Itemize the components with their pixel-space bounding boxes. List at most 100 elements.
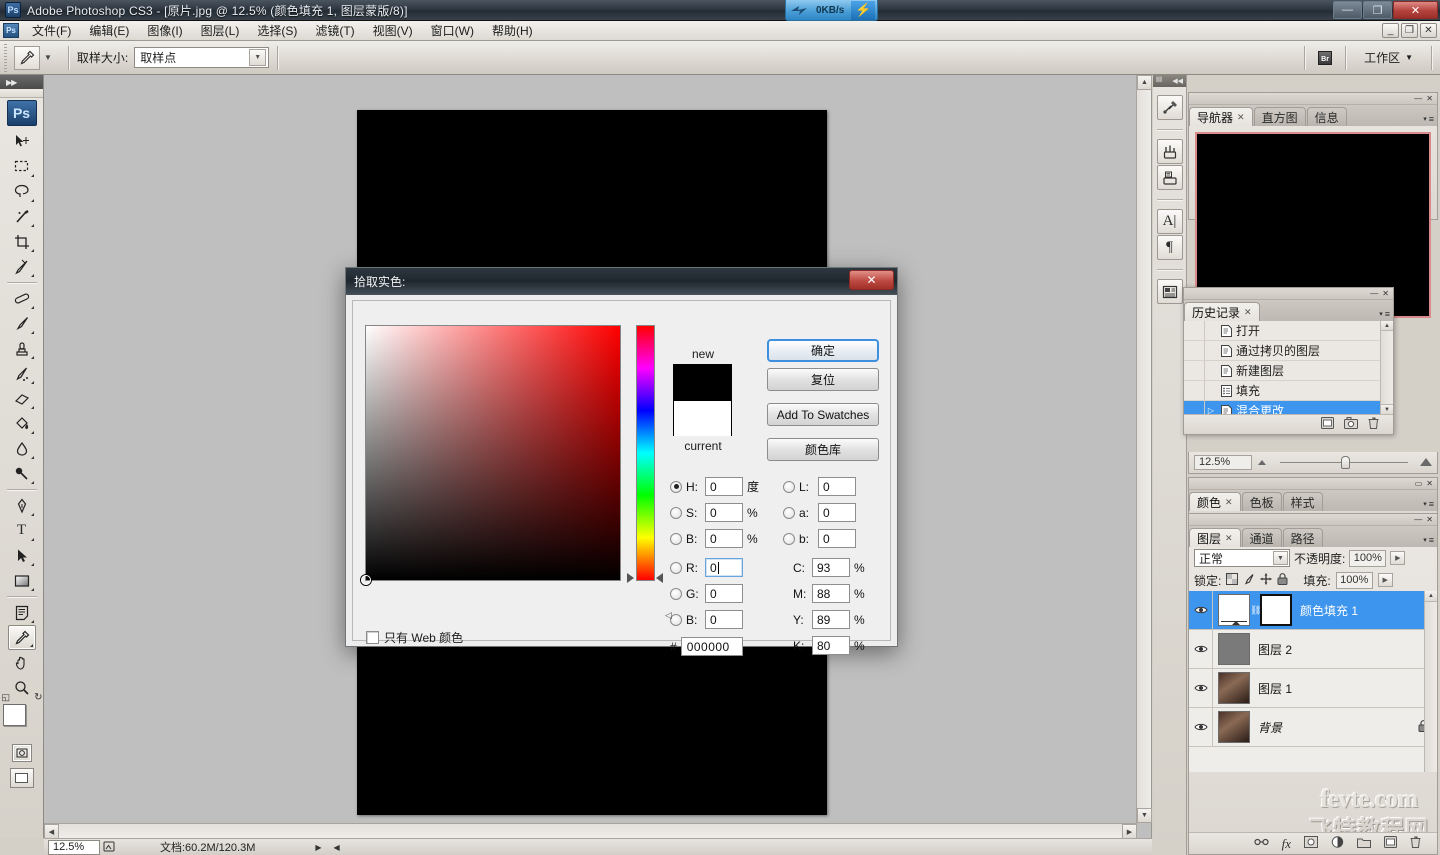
menu-layer[interactable]: 图层(L) (192, 20, 249, 41)
menu-select[interactable]: 选择(S) (248, 20, 306, 41)
new-color-swatch[interactable] (674, 365, 731, 401)
network-speed-widget[interactable]: 0KB/s ⚡ (785, 0, 879, 21)
menu-filter[interactable]: 滤镜(T) (306, 20, 363, 41)
tab-styles[interactable]: 样式 (1282, 492, 1323, 511)
history-item[interactable]: 新建图层 (1184, 361, 1393, 381)
opacity-input[interactable]: 100% (1349, 549, 1387, 567)
lock-image-icon[interactable] (1243, 573, 1255, 588)
saturation-radio[interactable] (670, 506, 682, 519)
tool-clone-stamp[interactable] (8, 336, 36, 361)
menu-window[interactable]: 窗口(W) (422, 20, 483, 41)
layer-row[interactable]: ⛓ 颜色填充 1 (1189, 591, 1437, 630)
canvas-horizontal-scrollbar[interactable]: ◀ ▶ (44, 823, 1137, 839)
tool-eraser[interactable] (8, 386, 36, 411)
menu-edit[interactable]: 编辑(E) (80, 20, 138, 41)
lab-a-input[interactable]: 0 (818, 503, 856, 522)
close-icon[interactable]: ✕ (1426, 479, 1433, 488)
tab-channels[interactable]: 通道 (1241, 528, 1282, 547)
magenta-input[interactable]: 88 (812, 584, 850, 603)
red-radio[interactable] (670, 561, 682, 574)
tab-navigator[interactable]: 导航器 ✕ (1189, 107, 1253, 126)
swap-colors-icon[interactable]: ↻ (34, 692, 42, 703)
tool-notes[interactable] (8, 600, 36, 625)
color-swatches[interactable]: ◱ ↻ (2, 692, 43, 738)
blend-mode-select[interactable]: 正常 ▼ (1194, 549, 1290, 567)
clone-source-icon[interactable] (1156, 165, 1183, 190)
lab-a-radio[interactable] (783, 506, 795, 519)
zoom-in-icon[interactable] (1420, 458, 1432, 466)
brushes-icon[interactable] (1156, 139, 1183, 164)
close-icon[interactable]: ✕ (1225, 533, 1233, 544)
maximize-button[interactable]: ❐ (1363, 1, 1392, 19)
layer-row[interactable]: 图层 1 (1189, 669, 1437, 708)
new-snapshot-icon[interactable] (1344, 417, 1358, 432)
blue-input[interactable]: 0 (705, 610, 743, 629)
character-icon[interactable]: A| (1156, 209, 1183, 234)
fill-input[interactable]: 100% (1335, 571, 1373, 589)
tool-history-brush[interactable] (8, 361, 36, 386)
web-colors-only-checkbox[interactable]: 只有 Web 颜色 (366, 629, 463, 646)
minimize-icon[interactable]: — (1414, 94, 1422, 103)
minimize-button[interactable]: — (1333, 1, 1362, 19)
yellow-input[interactable]: 89 (812, 610, 850, 629)
canvas-vertical-scrollbar[interactable]: ▲ ▼ (1136, 75, 1152, 823)
new-group-icon[interactable] (1357, 837, 1371, 851)
scroll-up-button[interactable]: ▲ (1381, 321, 1393, 331)
black-input[interactable]: 80 (812, 636, 850, 655)
saturation-input[interactable]: 0 (705, 503, 743, 522)
tool-hand[interactable] (8, 650, 36, 675)
zoom-level-input[interactable]: 12.5% (48, 839, 100, 855)
brightness-radio[interactable] (670, 532, 682, 545)
tool-magic-wand[interactable] (8, 204, 36, 229)
history-snapshot-checkbox[interactable] (1184, 321, 1205, 340)
options-bar-grip[interactable] (2, 43, 10, 72)
fill-slider-arrow-icon[interactable]: ▶ (1377, 573, 1393, 587)
layers-panel-menu[interactable]: ▾ ≡ (1423, 535, 1434, 545)
opacity-slider-arrow-icon[interactable]: ▶ (1390, 551, 1406, 565)
dialog-title-bar[interactable]: 拾取实色: ✕ (346, 268, 897, 295)
tool-paint-bucket[interactable] (8, 411, 36, 436)
tab-layers[interactable]: 图层 ✕ (1189, 528, 1241, 547)
reset-button[interactable]: 复位 (767, 368, 879, 391)
hue-slider-thumb-right-icon[interactable] (656, 573, 663, 583)
history-item[interactable]: 通过拷贝的图层 (1184, 341, 1393, 361)
green-input[interactable]: 0 (705, 584, 743, 603)
default-colors-icon[interactable]: ◱ (2, 692, 11, 703)
close-icon[interactable]: ✕ (1426, 94, 1433, 103)
layer-row[interactable]: 图层 2 (1189, 630, 1437, 669)
document-close-button[interactable]: ✕ (1420, 23, 1437, 38)
tab-history[interactable]: 历史记录 ✕ (1184, 302, 1260, 321)
hue-slider-thumb-left-icon[interactable] (627, 573, 634, 583)
menu-help[interactable]: 帮助(H) (483, 20, 542, 41)
paragraph-icon[interactable]: ¶ (1156, 235, 1183, 260)
scroll-left-button[interactable]: ◀ (44, 824, 59, 839)
scroll-right-button[interactable]: ▶ (1122, 824, 1137, 839)
close-icon[interactable]: ✕ (1237, 112, 1245, 123)
workspace-button[interactable]: 工作区 ▼ (1354, 49, 1423, 66)
tool-marquee[interactable] (8, 154, 36, 179)
hex-input[interactable]: 000000 (680, 637, 743, 656)
layer-mask-thumbnail[interactable] (1260, 594, 1292, 626)
document-restore-button[interactable]: ❐ (1401, 23, 1418, 38)
toolbox-grip[interactable] (0, 89, 43, 98)
tab-info[interactable]: 信息 (1306, 107, 1347, 126)
history-scrollbar[interactable]: ▲ ▼ (1380, 321, 1393, 414)
tab-color[interactable]: 颜色 ✕ (1189, 492, 1241, 511)
tool-crop[interactable] (8, 229, 36, 254)
color-libraries-button[interactable]: 颜色库 (767, 438, 879, 461)
chevron-down-icon[interactable]: ▼ (1273, 551, 1288, 565)
tool-dodge[interactable] (8, 461, 36, 486)
brightness-input[interactable]: 0 (705, 529, 743, 548)
new-layer-icon[interactable] (1384, 836, 1397, 851)
minimize-icon[interactable]: ▭ (1415, 479, 1423, 488)
scroll-up-button[interactable]: ▲ (1425, 591, 1437, 602)
network-boost-icon[interactable]: ⚡ (851, 0, 876, 20)
layer-visibility-toggle[interactable] (1189, 630, 1213, 668)
close-icon[interactable]: ✕ (1244, 307, 1252, 318)
tool-move[interactable] (8, 129, 36, 154)
layer-thumbnail[interactable] (1218, 633, 1250, 665)
screen-mode-button[interactable] (9, 768, 34, 788)
delete-state-icon[interactable] (1368, 417, 1379, 432)
tool-shape[interactable] (8, 568, 36, 593)
status-left-arrow-icon[interactable]: ◀ (334, 843, 340, 852)
